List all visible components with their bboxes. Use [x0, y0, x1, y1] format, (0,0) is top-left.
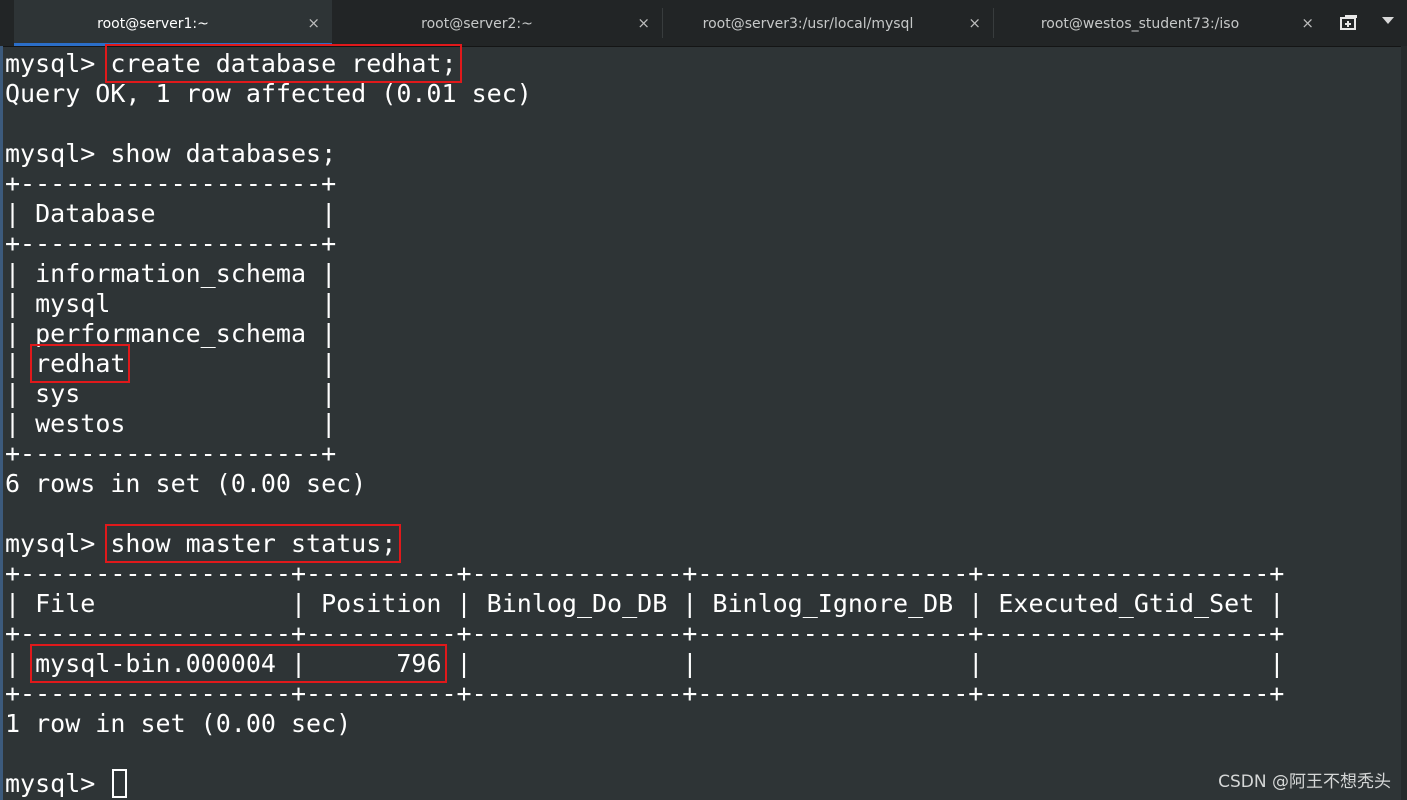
terminal-output[interactable]: mysql> create database redhat; Query OK,… — [5, 44, 1401, 800]
table-row: | mysql-bin.000004 | 796 | | | | — [5, 644, 1401, 683]
tab-label: root@server1:~ — [97, 16, 209, 32]
terminal-line: mysql> show master status; — [5, 524, 1401, 563]
cell-pipe: | — [5, 289, 36, 318]
tab-label: root@server2:~ — [421, 16, 533, 32]
cell-pipe: | — [5, 259, 36, 288]
tab-label: root@server3:/usr/local/mysql — [702, 16, 914, 32]
close-icon[interactable]: × — [307, 14, 320, 32]
scrollbar[interactable] — [1401, 46, 1407, 800]
close-icon[interactable]: × — [637, 14, 650, 32]
binlog-file-position-highlighted: mysql-bin.000004 | 796 — [30, 644, 447, 683]
tab-westos-student73[interactable]: root@westos_student73:/iso × — [994, 0, 1326, 46]
table-row: | westos | — [5, 409, 1401, 439]
tab-label: root@westos_student73:/iso — [1040, 16, 1240, 32]
database-name: performance_schema — [35, 319, 307, 348]
command-show-master-status: show master status; — [105, 524, 402, 563]
table-row: | mysql | — [5, 289, 1401, 319]
close-icon[interactable]: × — [968, 14, 981, 32]
terminal-line: mysql> create database redhat; — [5, 44, 1401, 83]
table-row: | sys | — [5, 379, 1401, 409]
terminal-line: mysql> — [5, 769, 1401, 799]
cell-pad: | — [110, 289, 337, 318]
table-border: +------------------+----------+---------… — [5, 559, 1285, 588]
cell-pad: | — [125, 409, 337, 438]
command-create-database: create database redhat; — [105, 44, 462, 83]
cell-pipe: | — [5, 409, 36, 438]
prompt: mysql> — [5, 769, 111, 798]
window-edge — [0, 46, 3, 800]
table-row: | performance_schema | — [5, 319, 1401, 349]
database-name: sys — [35, 379, 81, 408]
tab-bar: root@server1:~ × root@server2:~ × root@s… — [0, 0, 1407, 47]
cell-pipe: | — [5, 649, 36, 678]
tab-server2[interactable]: root@server2:~ × — [332, 0, 662, 46]
watermark: CSDN @阿王不想秃头 — [1218, 772, 1391, 792]
terminal-line: mysql> show databases; — [5, 139, 1401, 169]
prompt: mysql> — [5, 529, 111, 558]
table-border: +------------------+----------+---------… — [5, 619, 1285, 648]
table-header: | Database | — [5, 199, 337, 228]
table-border: +------------------+----------+---------… — [5, 679, 1285, 708]
table-border: +--------------------+ — [5, 169, 337, 198]
cell-pad: | — [80, 379, 337, 408]
cell-pipe: | — [5, 379, 36, 408]
table-row: | redhat | — [5, 344, 1401, 383]
database-name: mysql — [35, 289, 111, 318]
database-name: westos — [35, 409, 126, 438]
table-border: +--------------------+ — [5, 439, 337, 468]
terminal-line: 1 row in set (0.00 sec) — [5, 709, 352, 738]
tab-server3[interactable]: root@server3:/usr/local/mysql × — [663, 0, 993, 46]
terminal-line: 6 rows in set (0.00 sec) — [5, 469, 367, 498]
table-row: | information_schema | — [5, 259, 1401, 289]
cell-rest: | | | | — [441, 649, 1285, 678]
terminal-line: Query OK, 1 row affected (0.01 sec) — [5, 79, 532, 108]
prompt: mysql> — [5, 139, 111, 168]
cell-pad: | — [306, 319, 337, 348]
command-show-databases: show databases; — [110, 139, 337, 168]
prompt: mysql> — [5, 49, 111, 78]
database-name: information_schema — [35, 259, 307, 288]
text-cursor — [112, 769, 128, 798]
table-header: | File | Position | Binlog_Do_DB | Binlo… — [5, 589, 1285, 618]
close-icon[interactable]: × — [1301, 14, 1314, 32]
cell-pad: | — [125, 349, 337, 378]
tab-server1[interactable]: root@server1:~ × — [14, 0, 332, 46]
database-name-highlighted: redhat — [30, 344, 131, 383]
chevron-down-icon[interactable] — [1382, 17, 1394, 24]
cell-pad: | — [306, 259, 337, 288]
new-tab-icon[interactable] — [1338, 12, 1360, 34]
cell-pipe: | — [5, 319, 36, 348]
cell-pipe: | — [5, 349, 36, 378]
table-border: +--------------------+ — [5, 229, 337, 258]
